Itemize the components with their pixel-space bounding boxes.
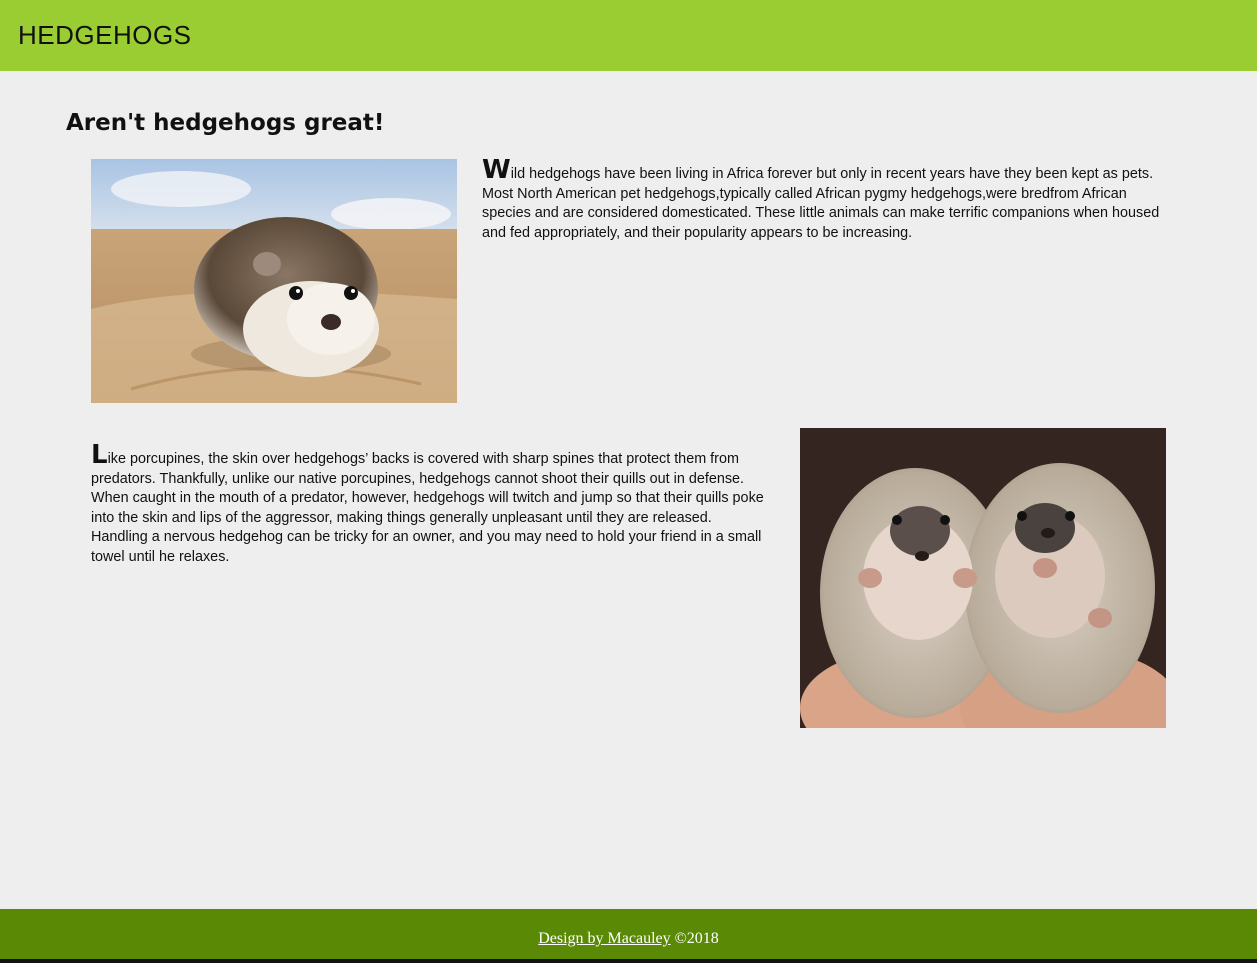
- hedgehog-photo: [91, 159, 457, 403]
- paragraph-text: ike porcupines, the skin over hedgehogs’…: [91, 451, 764, 565]
- hedgehog-pair-illustration: [800, 428, 1166, 728]
- hedgehogs-pair-photo: [800, 428, 1166, 728]
- page-heading: Aren't hedgehogs great!: [66, 110, 385, 136]
- designer-link[interactable]: Design by Macauley: [538, 930, 670, 947]
- dropcap: W: [482, 155, 511, 185]
- footer-credit: Design by Macauley ©2018: [0, 930, 1257, 948]
- copyright-text: ©2018: [670, 930, 719, 947]
- dropcap: L: [91, 440, 108, 470]
- intro-paragraph: Wild hedgehogs have been living in Afric…: [482, 157, 1172, 243]
- hedgehog-illustration: [91, 159, 457, 403]
- paragraph-text: ild hedgehogs have been living in Africa…: [482, 166, 1160, 241]
- spines-paragraph: Like porcupines, the skin over hedgehogs…: [91, 442, 769, 567]
- header-bar: HEDGEHOGS: [0, 0, 1257, 71]
- footer-divider: [0, 959, 1257, 963]
- site-title: HEDGEHOGS: [18, 20, 192, 50]
